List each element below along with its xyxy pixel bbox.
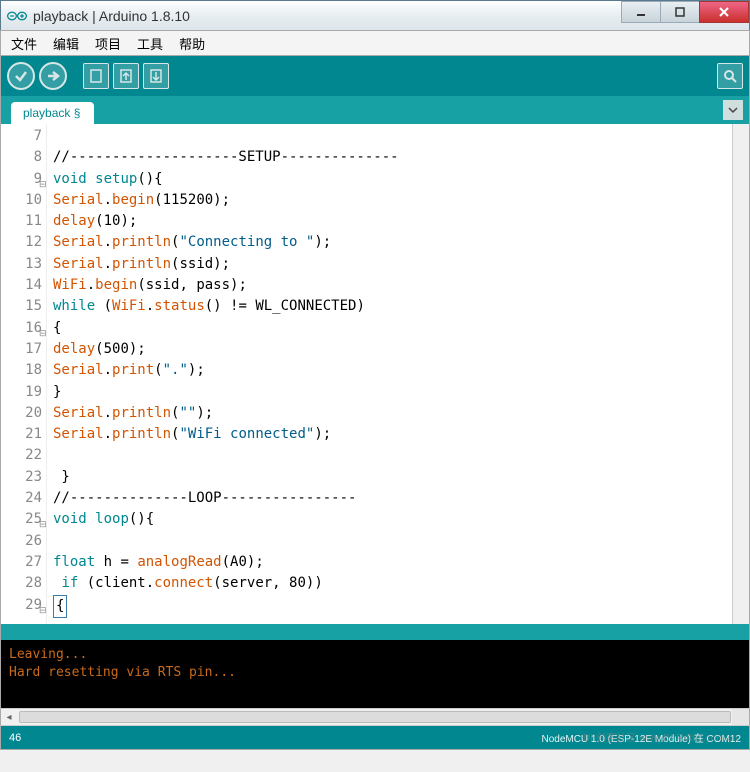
menu-sketch[interactable]: 项目 [89,32,127,55]
menu-bar: 文件 编辑 项目 工具 帮助 [0,30,750,56]
tab-strip: playback § [0,96,750,124]
menu-help[interactable]: 帮助 [173,32,211,55]
verify-button[interactable] [7,62,35,90]
upload-button[interactable] [39,62,67,90]
magnifier-icon [722,68,738,84]
arrow-right-icon [45,68,61,84]
window-titlebar: playback | Arduino 1.8.10 [0,0,750,30]
scroll-thumb[interactable] [19,711,731,723]
output-console[interactable]: Leaving... Hard resetting via RTS pin... [0,640,750,708]
code-editor[interactable]: 789⊟10111213141516⊟171819202122232425⊟26… [0,124,750,624]
console-line: Leaving... [9,647,87,662]
status-bar: 46 NodeMCU 1.0 (ESP-12E Module) 在 COM12 [0,726,750,750]
new-button[interactable] [83,63,109,89]
minimize-button[interactable] [621,1,661,23]
line-number-gutter: 789⊟10111213141516⊟171819202122232425⊟26… [1,124,47,624]
open-button[interactable] [113,63,139,89]
console-divider[interactable] [0,624,750,640]
arrow-down-icon [149,69,163,83]
check-icon [13,68,29,84]
menu-tools[interactable]: 工具 [131,32,169,55]
serial-monitor-button[interactable] [717,63,743,89]
horizontal-scrollbar[interactable]: ◂ ▸ [0,708,750,726]
sketch-tab[interactable]: playback § [11,102,94,124]
vertical-scrollbar[interactable] [732,124,749,624]
cursor-position: 46 [9,732,69,744]
arrow-up-icon [119,69,133,83]
file-icon [89,69,103,83]
board-info: NodeMCU 1.0 (ESP-12E Module) 在 COM12 [69,730,741,745]
code-area[interactable]: //--------------------SETUP-------------… [47,124,732,624]
maximize-button[interactable] [660,1,700,23]
save-button[interactable] [143,63,169,89]
window-title: playback | Arduino 1.8.10 [33,8,622,24]
scroll-left-arrow[interactable]: ◂ [1,712,17,723]
chevron-down-icon [728,105,738,115]
arduino-logo-icon [7,6,27,26]
scroll-corner [732,709,749,725]
toolbar [0,56,750,96]
menu-edit[interactable]: 编辑 [47,32,85,55]
menu-file[interactable]: 文件 [5,32,43,55]
tab-dropdown-button[interactable] [723,100,743,120]
close-button[interactable] [699,1,749,23]
console-line: Hard resetting via RTS pin... [9,665,236,680]
